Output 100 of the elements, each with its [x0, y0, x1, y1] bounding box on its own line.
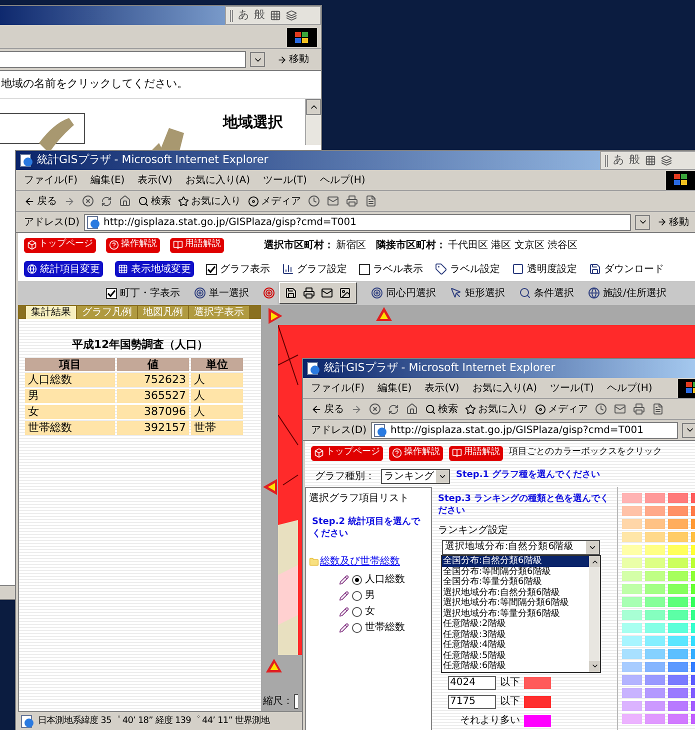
color-swatch[interactable]	[622, 545, 642, 555]
menu-item[interactable]: お気に入り(A)	[185, 172, 250, 188]
refresh-icon[interactable]	[388, 404, 399, 414]
radio-button[interactable]	[352, 590, 362, 600]
color-swatch[interactable]	[622, 701, 642, 711]
stop-icon[interactable]	[369, 403, 381, 415]
dropdown-option[interactable]: 任意階級:4階級	[442, 640, 589, 650]
tab[interactable]: 集計結果	[26, 306, 76, 319]
address-field[interactable]: http://gisplaza.stat.go.jp/GISPlaza/gisp?cmd=T001	[370, 422, 678, 438]
color-swatch[interactable]	[622, 597, 642, 607]
back-button[interactable]: 戻る	[311, 402, 344, 416]
dropdown-option[interactable]: 任意階級:2階級	[442, 619, 589, 630]
address-field[interactable]: http://gisplaza.stat.go.jp/GISPlaza/gisp?cmd=T001	[84, 214, 631, 230]
color-swatch[interactable]	[645, 493, 665, 503]
scroll-down-button[interactable]	[589, 660, 600, 672]
menu-item[interactable]: ツール(T)	[550, 380, 594, 396]
color-swatch[interactable]	[668, 532, 688, 542]
color-swatch[interactable]	[622, 506, 642, 516]
color-swatch[interactable]	[622, 558, 642, 568]
dropdown-option[interactable]: 選択地域分布:等量分類6階級	[442, 608, 589, 619]
print-icon[interactable]	[303, 287, 315, 299]
menu-item[interactable]: ヘルプ(H)	[606, 380, 652, 396]
color-swatch[interactable]	[668, 636, 688, 646]
radio-button[interactable]	[352, 622, 362, 632]
folder-link[interactable]: 総数及び世帯総数	[309, 554, 428, 569]
tool-button[interactable]: ダウンロード	[589, 262, 664, 276]
action-button[interactable]: 統計項目変更	[24, 261, 103, 277]
color-swatch[interactable]	[622, 675, 642, 685]
tool-button[interactable]: 単一選択	[194, 286, 249, 300]
graph-type-select[interactable]: ランキング	[381, 468, 450, 484]
color-swatch[interactable]	[645, 675, 665, 685]
address-field[interactable]	[0, 51, 246, 68]
selection-tool-icon[interactable]	[263, 287, 275, 299]
color-swatch[interactable]	[645, 519, 665, 529]
menu-item[interactable]: ツール(T)	[263, 172, 307, 188]
layers-icon[interactable]	[286, 10, 297, 21]
color-swatch[interactable]	[645, 623, 665, 633]
media-button[interactable]: メディア	[535, 402, 588, 416]
color-swatch[interactable]	[668, 571, 688, 581]
pan-arrow-icon[interactable]	[376, 307, 392, 321]
color-swatch[interactable]	[645, 558, 665, 568]
nav-button[interactable]: 用語解説	[170, 238, 224, 252]
refresh-icon[interactable]	[101, 196, 112, 206]
dropdown-option[interactable]: 選択地域分布:等間隔分類6階級	[442, 598, 589, 608]
checkbox[interactable]	[106, 288, 117, 298]
favorites-button[interactable]: お気に入り	[178, 194, 241, 208]
menu-item[interactable]: ファイル(F)	[311, 380, 365, 396]
language-bar-item[interactable]: あ	[238, 7, 249, 24]
color-swatch[interactable]	[622, 571, 642, 581]
dropdown-option[interactable]: 全国分布:等間隔分類6階級	[442, 566, 589, 577]
dropdown-option[interactable]: 任意階級:6階級	[442, 661, 589, 672]
menu-item[interactable]: お気に入り(A)	[472, 380, 537, 396]
color-swatch[interactable]	[645, 701, 665, 711]
tool-button[interactable]: 矩形選択	[450, 286, 505, 300]
color-swatch[interactable]	[668, 519, 688, 529]
tool-button[interactable]: ラベル設定	[435, 262, 500, 276]
menu-item[interactable]: 編集(E)	[378, 380, 412, 396]
menu-item[interactable]: 表示(V)	[138, 172, 172, 188]
menu-item[interactable]: 表示(V)	[424, 380, 460, 396]
history-icon[interactable]	[308, 195, 320, 207]
back-button[interactable]: 戻る	[24, 194, 57, 208]
color-swatch[interactable]	[668, 714, 688, 724]
document-icon[interactable]	[365, 195, 377, 207]
favorites-button[interactable]: お気に入り	[465, 402, 528, 416]
scale-field[interactable]	[294, 694, 298, 709]
color-swatch[interactable]	[622, 610, 642, 620]
search-button[interactable]: 検索	[425, 402, 458, 416]
color-swatch[interactable]	[645, 610, 665, 620]
document-icon[interactable]	[652, 403, 664, 415]
color-swatch[interactable]	[645, 714, 665, 724]
threshold-field[interactable]: 4024	[448, 676, 496, 690]
color-swatch[interactable]	[668, 688, 688, 698]
go-button[interactable]: 移動	[269, 52, 317, 67]
dropdown-option[interactable]: 選択地域分布:自然分類6階級	[442, 588, 589, 598]
radio-button[interactable]	[352, 574, 362, 584]
color-swatch[interactable]	[622, 493, 642, 503]
color-swatch[interactable]	[622, 636, 642, 646]
radio-button[interactable]	[352, 606, 362, 616]
color-swatch[interactable]	[645, 506, 665, 516]
layers-icon[interactable]	[661, 155, 672, 166]
media-button[interactable]: メディア	[248, 194, 301, 208]
threshold-field[interactable]: 7175	[448, 694, 496, 708]
color-swatch[interactable]	[645, 584, 665, 594]
color-swatch[interactable]	[645, 597, 665, 607]
color-swatch[interactable]	[645, 649, 665, 659]
image-icon[interactable]	[339, 287, 351, 299]
history-icon[interactable]	[595, 403, 607, 415]
color-swatch[interactable]	[622, 714, 642, 724]
color-swatch[interactable]	[645, 532, 665, 542]
dropdown-option[interactable]: 全国分布:自然分類6階級	[442, 556, 589, 566]
scroll-up-button[interactable]	[306, 99, 321, 115]
nav-button[interactable]: トップページ	[311, 446, 383, 460]
color-swatch[interactable]	[524, 714, 551, 726]
color-swatch[interactable]	[524, 676, 551, 688]
color-swatch[interactable]	[524, 696, 551, 708]
color-swatch[interactable]	[645, 545, 665, 555]
color-swatch[interactable]	[668, 610, 688, 620]
language-bar-item[interactable]: 般	[629, 152, 640, 169]
color-swatch[interactable]	[668, 649, 688, 659]
grid-icon[interactable]	[270, 10, 281, 21]
